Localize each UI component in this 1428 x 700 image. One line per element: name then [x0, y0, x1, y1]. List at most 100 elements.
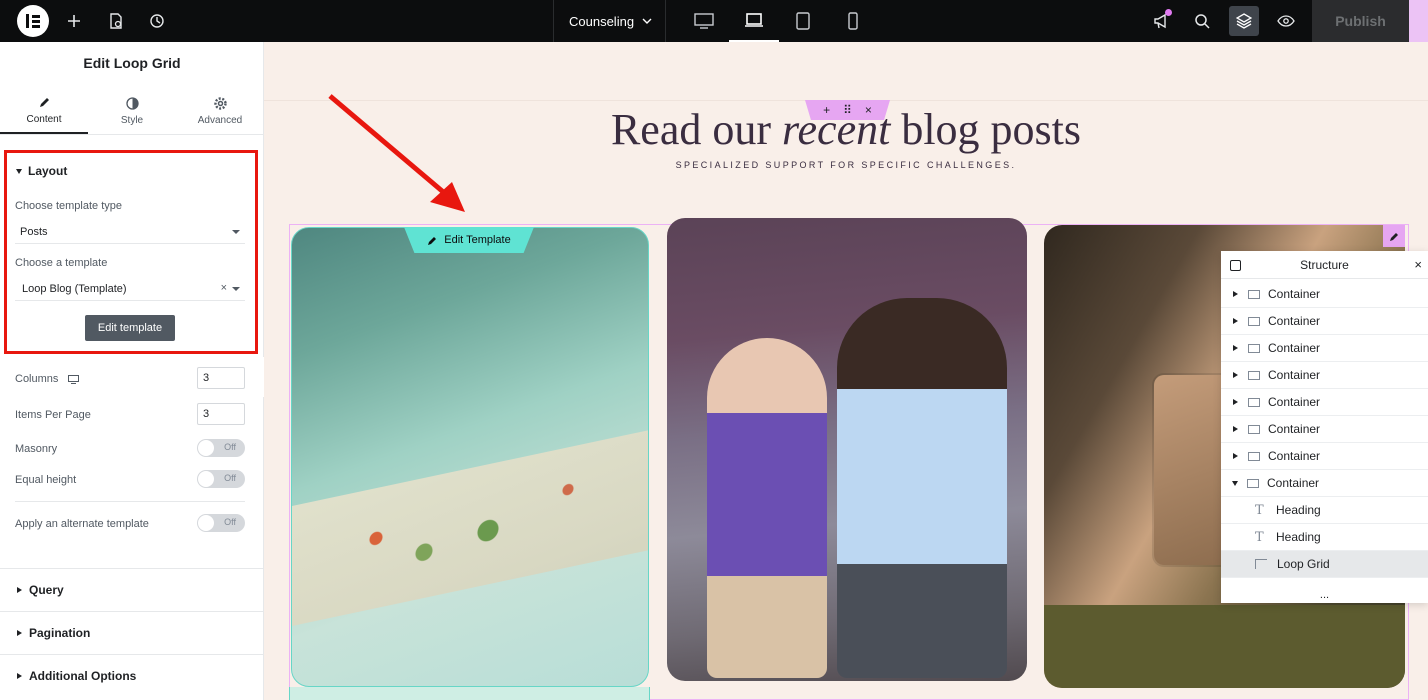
items-per-page-input[interactable]: 3 — [197, 403, 245, 425]
masonry-state: Off — [224, 442, 236, 452]
elementor-logo-icon — [26, 14, 40, 28]
toggle-knob — [198, 515, 214, 531]
caret-right-icon[interactable] — [1233, 453, 1238, 459]
equal-height-state: Off — [224, 473, 236, 483]
navigator-item-label: Container — [1267, 476, 1320, 490]
navigator-item-label: Container — [1268, 341, 1321, 355]
tab-content[interactable]: Content — [0, 88, 88, 134]
heading-icon: T — [1255, 529, 1264, 545]
clear-icon[interactable]: × — [221, 282, 227, 294]
items-per-page-label: Items Per Page — [15, 409, 91, 421]
additional-options-heading: Additional Options — [29, 669, 137, 683]
edit-template-tag[interactable]: Edit Template — [404, 227, 534, 253]
template-type-label: Choose template type — [15, 200, 123, 212]
laptop-icon — [745, 13, 763, 27]
editor-panel: Edit Loop Grid Content Style Advanced La… — [0, 42, 264, 700]
caret-right-icon[interactable] — [1233, 399, 1238, 405]
page-settings-icon — [110, 13, 122, 29]
responsive-desktop-icon[interactable] — [68, 374, 80, 384]
search-icon — [1194, 13, 1210, 29]
navigator-item-container-expanded[interactable]: Container — [1221, 470, 1428, 497]
divider — [15, 501, 245, 502]
alternate-template-toggle[interactable]: Off — [197, 514, 245, 532]
caret-right-icon — [17, 673, 22, 679]
container-icon — [1248, 343, 1260, 353]
preview-button[interactable] — [1274, 0, 1298, 42]
page-name: Counseling — [569, 13, 635, 29]
edit-template-tag-label: Edit Template — [444, 234, 511, 246]
caret-right-icon[interactable] — [1233, 426, 1238, 432]
contrast-icon — [125, 96, 139, 110]
device-mobile-button[interactable] — [828, 0, 878, 42]
tab-advanced[interactable]: Advanced — [176, 88, 264, 134]
device-desktop-button[interactable] — [679, 0, 729, 42]
edit-template-button[interactable]: Edit template — [85, 315, 175, 341]
page-selector[interactable]: Counseling — [553, 0, 666, 42]
publish-button[interactable]: Publish — [1312, 0, 1409, 42]
device-laptop-button[interactable] — [729, 0, 779, 42]
template-label: Choose a template — [15, 257, 108, 269]
layers-icon — [1236, 13, 1252, 29]
template-value: Loop Blog (Template) — [22, 282, 127, 295]
navigator-item-container[interactable]: Container — [1221, 362, 1428, 389]
caret-right-icon — [17, 587, 22, 593]
select-arrow-icon — [232, 287, 240, 291]
navigator-item-container[interactable]: Container — [1221, 416, 1428, 443]
gear-icon — [213, 96, 227, 110]
navigator-item-label: Container — [1268, 449, 1321, 463]
heading-part: Read our — [610, 105, 783, 154]
collapse-all-icon[interactable] — [1230, 260, 1241, 271]
columns-input[interactable]: 3 — [197, 367, 245, 389]
post-card-image[interactable] — [667, 218, 1027, 681]
navigator-item-label: Heading — [1276, 530, 1321, 544]
pagination-section-toggle[interactable]: Pagination — [0, 611, 264, 654]
caret-right-icon[interactable] — [1233, 318, 1238, 324]
template-type-select[interactable]: Posts — [15, 220, 245, 244]
equal-height-toggle[interactable]: Off — [197, 470, 245, 488]
masonry-toggle[interactable]: Off — [197, 439, 245, 457]
navigator-item-container[interactable]: Container — [1221, 308, 1428, 335]
columns-label: Columns — [15, 373, 59, 385]
container-icon — [1248, 316, 1260, 326]
layout-section-toggle[interactable]: Layout — [16, 164, 67, 178]
red-arrow-annotation — [328, 94, 465, 212]
caret-right-icon — [17, 630, 22, 636]
alternate-template-label: Apply an alternate template — [15, 518, 149, 530]
top-bar: Counseling Publish — [0, 0, 1428, 42]
query-section-toggle[interactable]: Query — [0, 568, 264, 611]
edit-widget-button[interactable] — [1383, 225, 1405, 247]
caret-right-icon[interactable] — [1233, 345, 1238, 351]
notifications-button[interactable] — [1149, 0, 1173, 42]
heading-emphasis: recent — [782, 105, 891, 154]
history-button[interactable] — [145, 0, 169, 42]
publish-options-button[interactable] — [1409, 0, 1428, 42]
template-type-value: Posts — [20, 225, 48, 238]
structure-header: Structure × — [1221, 251, 1428, 279]
navigator-item-container[interactable]: Container — [1221, 389, 1428, 416]
caret-down-icon[interactable] — [1232, 480, 1238, 486]
template-select[interactable]: Loop Blog (Template) × — [15, 277, 245, 301]
navigator-item-container[interactable]: Container — [1221, 335, 1428, 362]
close-icon[interactable]: × — [1414, 257, 1422, 272]
add-element-button[interactable] — [62, 0, 86, 42]
navigator-item-heading[interactable]: T Heading — [1221, 497, 1428, 524]
equal-height-label: Equal height — [15, 474, 77, 486]
caret-right-icon[interactable] — [1233, 291, 1238, 297]
navigator-item-container[interactable]: Container — [1221, 443, 1428, 470]
tab-style[interactable]: Style — [88, 88, 176, 134]
navigator-item-container[interactable]: Container — [1221, 281, 1428, 308]
page-settings-button[interactable] — [104, 0, 128, 42]
device-tablet-button[interactable] — [778, 0, 828, 42]
additional-options-section-toggle[interactable]: Additional Options — [0, 654, 264, 697]
post-card-image[interactable] — [291, 227, 649, 687]
navigator-item-label: Container — [1268, 314, 1321, 328]
select-arrow-icon — [232, 230, 240, 234]
container-icon — [1248, 289, 1260, 299]
navigator-item-label: Container — [1268, 287, 1321, 301]
navigator-item-heading[interactable]: T Heading — [1221, 524, 1428, 551]
elementor-logo-button[interactable] — [17, 5, 49, 37]
structure-toggle-button[interactable] — [1229, 6, 1259, 36]
caret-right-icon[interactable] — [1233, 372, 1238, 378]
search-button[interactable] — [1190, 0, 1214, 42]
navigator-item-loop-grid[interactable]: Loop Grid — [1221, 551, 1428, 578]
